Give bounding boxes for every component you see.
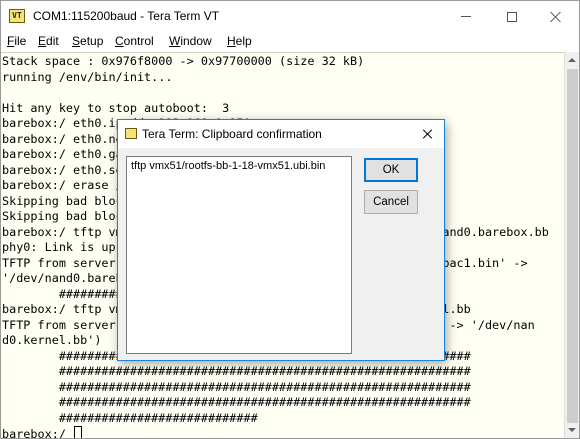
clipboard-text-field[interactable]: tftp vmx51/rootfs-bb-1-18-vmx51.ubi.bin <box>126 156 352 354</box>
cancel-button[interactable]: Cancel <box>364 190 418 214</box>
terminal-line: ########################################… <box>2 379 471 394</box>
menu-file[interactable]: File <box>7 34 26 48</box>
terminal-line: ############################ <box>2 410 258 425</box>
terminal-line: barebox:/ eth0.ga <box>2 147 123 161</box>
terminal-line: Stack space : 0x976f8000 -> 0x97700000 (… <box>2 54 365 68</box>
scroll-up-icon[interactable] <box>568 58 576 62</box>
minimize-button[interactable] <box>443 1 489 32</box>
terminal-line: phy0: Link is up <box>2 240 116 254</box>
dialog-close-button[interactable] <box>412 120 444 148</box>
terminal-line: barebox:/ eth0.se <box>2 162 123 177</box>
dialog-title-bar: Tera Term: Clipboard confirmation <box>118 120 444 148</box>
menu-setup[interactable]: Setup <box>72 34 103 48</box>
menu-edit[interactable]: Edit <box>38 34 59 48</box>
scrollbar-thumb[interactable] <box>567 69 578 423</box>
dialog-app-icon <box>125 128 137 139</box>
terminal-line: Skipping bad bloc <box>2 193 123 208</box>
maximize-button[interactable] <box>489 1 535 32</box>
ok-button[interactable]: OK <box>364 158 418 182</box>
menu-help[interactable]: Help <box>227 34 252 48</box>
vertical-scrollbar[interactable] <box>564 52 579 438</box>
menu-bar: File Edit Setup Control Window Help <box>1 32 579 52</box>
menu-window[interactable]: Window <box>169 34 212 48</box>
close-button[interactable] <box>533 1 579 32</box>
terminal-line: running /env/bin/init... <box>2 69 173 84</box>
terminal-line: d0.kernel.bb') <box>2 333 102 347</box>
terminal-line: barebox:/ erase / <box>2 178 123 192</box>
menu-control[interactable]: Control <box>115 34 154 48</box>
terminal-line: '/dev/nand0.bareb <box>2 271 123 285</box>
text-cursor <box>74 426 83 438</box>
terminal-prompt-line: barebox:/ <box>2 426 83 439</box>
close-icon <box>550 11 562 23</box>
terminal-prompt: barebox:/ <box>2 427 74 439</box>
dialog-title: Tera Term: Clipboard confirmation <box>142 127 322 141</box>
window-title: COM1:115200baud - Tera Term VT <box>33 9 220 23</box>
tera-term-window: VT COM1:115200baud - Tera Term VT File E… <box>0 0 580 439</box>
terminal-line: ########################################… <box>2 395 471 409</box>
app-icon[interactable]: VT <box>9 9 25 23</box>
terminal-line: Skipping bad bloc <box>2 209 123 223</box>
title-bar: VT COM1:115200baud - Tera Term VT <box>1 1 579 32</box>
maximize-icon <box>507 11 517 22</box>
terminal-line: barebox:/ eth0.ne <box>2 131 123 146</box>
terminal-line: ######### <box>2 286 123 301</box>
scroll-down-icon[interactable] <box>568 428 576 432</box>
terminal-line: ########################################… <box>2 364 471 378</box>
close-icon <box>423 129 433 139</box>
clipboard-confirmation-dialog: Tera Term: Clipboard confirmation tftp v… <box>117 119 445 361</box>
minimize-icon <box>461 16 471 17</box>
terminal-line: Hit any key to stop autoboot: 3 <box>2 100 230 115</box>
